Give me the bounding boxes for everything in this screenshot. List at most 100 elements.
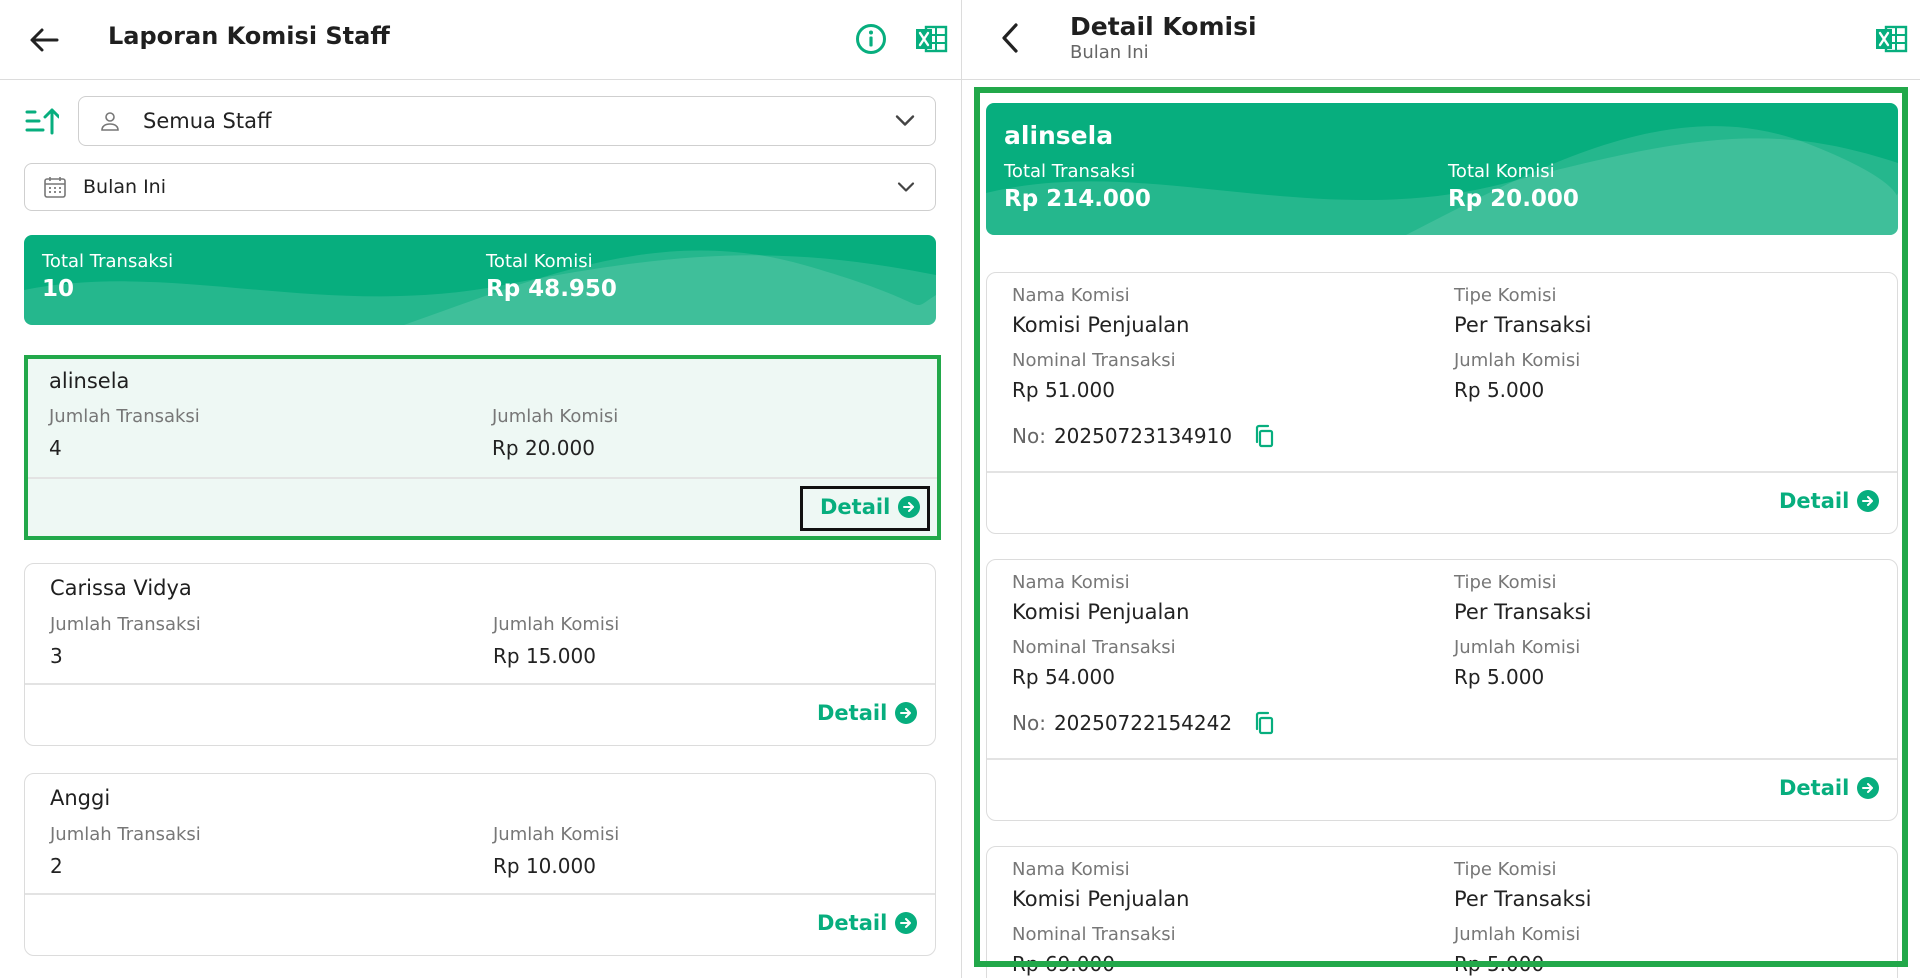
card-divider (987, 471, 1897, 473)
detail-button[interactable]: Detail (817, 911, 918, 935)
nama-komisi-label: Nama Komisi (1012, 285, 1130, 306)
nama-komisi-label: Nama Komisi (1012, 572, 1130, 593)
jumlah-transaksi-value: 2 (50, 854, 63, 878)
total-transaksi-label: Total Transaksi (1004, 161, 1136, 182)
jumlah-komisi-value: Rp 20.000 (492, 436, 595, 460)
total-komisi-label: Total Komisi (1448, 161, 1555, 182)
detail-button[interactable]: Detail (1779, 776, 1880, 800)
page-title: Laporan Komisi Staff (108, 22, 390, 50)
total-transaksi-block: Total Transaksi Rp 214.000 (1004, 161, 1151, 212)
staff-name: Anggi (50, 786, 111, 810)
jumlah-komisi-value: Rp 10.000 (493, 854, 596, 878)
commission-card[interactable]: Nama Komisi Komisi Penjualan Tipe Komisi… (986, 559, 1898, 821)
transaction-number-value: 20250722154242 (1053, 711, 1233, 735)
chevron-down-icon (895, 112, 915, 131)
staff-name: alinsela (49, 369, 130, 393)
chevron-down-icon (897, 178, 915, 197)
info-icon[interactable] (852, 20, 890, 58)
jumlah-transaksi-label: Jumlah Transaksi (50, 824, 201, 845)
tipe-komisi-value: Per Transaksi (1454, 887, 1592, 911)
tipe-komisi-value: Per Transaksi (1454, 600, 1592, 624)
arrow-right-circle-icon (898, 496, 921, 518)
jumlah-komisi-label: Jumlah Komisi (1454, 637, 1581, 658)
transaction-number-label: No: (1012, 711, 1046, 735)
nama-komisi-label: Nama Komisi (1012, 859, 1130, 880)
transaction-number: No: 20250723134910 (1012, 424, 1274, 448)
arrow-right-circle-icon (895, 912, 918, 934)
sort-icon[interactable] (24, 104, 60, 138)
total-komisi-block: Total Komisi Rp 48.950 (486, 251, 617, 302)
total-transaksi-value: 10 (42, 276, 75, 302)
jumlah-komisi-label: Jumlah Komisi (1454, 350, 1581, 371)
nominal-transaksi-label: Nominal Transaksi (1012, 637, 1176, 658)
calendar-icon (43, 175, 67, 199)
copy-icon[interactable] (1254, 711, 1274, 735)
arrow-left-icon[interactable] (24, 20, 64, 60)
jumlah-komisi-label: Jumlah Komisi (492, 406, 619, 427)
detail-label: Detail (1779, 489, 1850, 513)
top-bar: Detail Komisi Bulan Ini (962, 0, 1920, 80)
detail-button[interactable]: Detail (820, 495, 921, 519)
jumlah-komisi-value: Rp 15.000 (493, 644, 596, 668)
person-icon (99, 110, 121, 132)
nominal-transaksi-label: Nominal Transaksi (1012, 350, 1176, 371)
page-subtitle: Bulan Ini (1070, 42, 1149, 63)
jumlah-transaksi-label: Jumlah Transaksi (50, 614, 201, 635)
staff-filter-value: Semua Staff (143, 109, 272, 133)
commission-card[interactable]: Nama Komisi Komisi Penjualan Tipe Komisi… (986, 846, 1898, 978)
arrow-right-circle-icon (895, 702, 918, 724)
jumlah-transaksi-label: Jumlah Transaksi (49, 406, 200, 427)
chevron-left-icon[interactable] (990, 18, 1030, 58)
tipe-komisi-label: Tipe Komisi (1454, 285, 1557, 306)
transaction-number: No: 20250722154242 (1012, 711, 1274, 735)
staff-name: alinsela (1004, 121, 1114, 150)
copy-icon[interactable] (1254, 424, 1274, 448)
staff-card-selected[interactable]: alinsela Jumlah Transaksi 4 Jumlah Komis… (24, 355, 941, 540)
total-transaksi-label: Total Transaksi (42, 251, 174, 272)
nominal-transaksi-label: Nominal Transaksi (1012, 924, 1176, 945)
nominal-transaksi-value: Rp 51.000 (1012, 378, 1115, 402)
tipe-komisi-label: Tipe Komisi (1454, 859, 1557, 880)
jumlah-transaksi-value: 4 (49, 436, 62, 460)
staff-card[interactable]: Anggi Jumlah Transaksi 2 Jumlah Komisi R… (24, 773, 936, 956)
detail-label: Detail (817, 701, 888, 725)
nominal-transaksi-value: Rp 54.000 (1012, 665, 1115, 689)
detail-label: Detail (820, 495, 891, 519)
total-transaksi-block: Total Transaksi 10 (42, 251, 173, 302)
staff-card[interactable]: Carissa Vidya Jumlah Transaksi 3 Jumlah … (24, 563, 936, 746)
tipe-komisi-label: Tipe Komisi (1454, 572, 1557, 593)
nominal-transaksi-value: Rp 69.000 (1012, 952, 1115, 976)
total-komisi-value: Rp 20.000 (1448, 186, 1579, 212)
transaction-number-value: 20250723134910 (1053, 424, 1233, 448)
card-divider (987, 758, 1897, 760)
commission-detail-pane: Detail Komisi Bulan Ini alinsela Total T… (962, 0, 1920, 978)
excel-icon[interactable] (910, 18, 952, 60)
card-divider (25, 893, 935, 895)
nama-komisi-value: Komisi Penjualan (1012, 887, 1190, 911)
card-divider (28, 477, 937, 479)
top-bar: Laporan Komisi Staff (0, 0, 961, 80)
page-title: Detail Komisi (1070, 12, 1257, 41)
jumlah-komisi-label: Jumlah Komisi (493, 824, 620, 845)
jumlah-komisi-label: Jumlah Komisi (1454, 924, 1581, 945)
card-divider (25, 683, 935, 685)
total-transaksi-value: Rp 214.000 (1004, 186, 1151, 212)
jumlah-komisi-value: Rp 5.000 (1454, 378, 1545, 402)
nama-komisi-value: Komisi Penjualan (1012, 313, 1190, 337)
period-filter-value: Bulan Ini (83, 176, 167, 198)
staff-filter-dropdown[interactable]: Semua Staff (78, 96, 936, 146)
excel-icon[interactable] (1870, 18, 1912, 60)
jumlah-transaksi-value: 3 (50, 644, 63, 668)
jumlah-komisi-value: Rp 5.000 (1454, 952, 1545, 976)
transaction-number-label: No: (1012, 424, 1046, 448)
detail-button[interactable]: Detail (1779, 489, 1880, 513)
jumlah-komisi-label: Jumlah Komisi (493, 614, 620, 635)
commission-card[interactable]: Nama Komisi Komisi Penjualan Tipe Komisi… (986, 272, 1898, 534)
staff-commission-report-pane: Laporan Komisi Staff Semua Staff Bulan I… (0, 0, 961, 978)
detail-button[interactable]: Detail (817, 701, 918, 725)
nama-komisi-value: Komisi Penjualan (1012, 600, 1190, 624)
summary-banner: Total Transaksi 10 Total Komisi Rp 48.95… (24, 235, 936, 325)
period-filter-dropdown[interactable]: Bulan Ini (24, 163, 936, 211)
staff-name: Carissa Vidya (50, 576, 192, 600)
detail-label: Detail (1779, 776, 1850, 800)
